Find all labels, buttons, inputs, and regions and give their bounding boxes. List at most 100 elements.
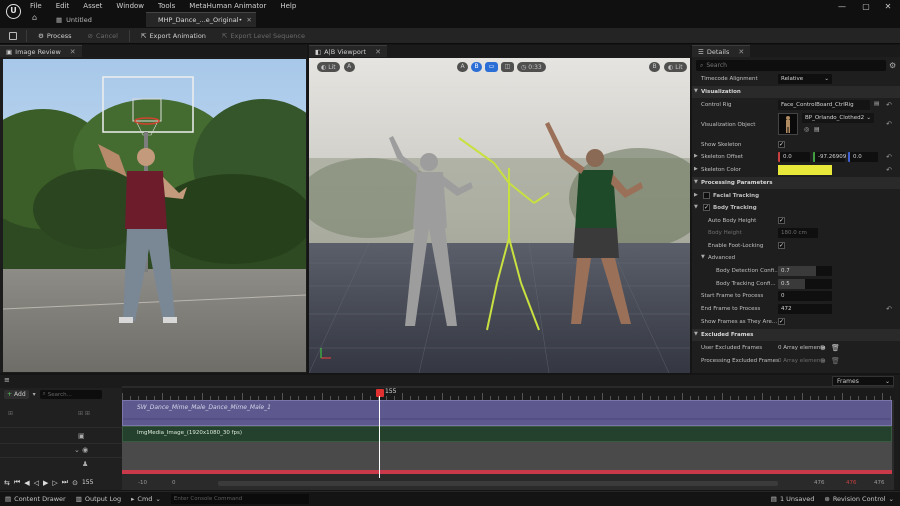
control-rig-picker[interactable]: Face_ControlBoard_CtrlRig	[778, 100, 870, 110]
sequencer-menu-icon[interactable]: ≡	[4, 376, 10, 384]
skeleton-offset-x[interactable]: 0.0	[778, 152, 810, 162]
camera-icon[interactable]: ▣	[78, 432, 85, 440]
start-frame-field[interactable]: 0	[778, 291, 832, 301]
section-visualization[interactable]: ▼ Visualization	[692, 86, 900, 98]
view-mode-b-button[interactable]: ◐ Lit	[664, 62, 687, 72]
loop-icon[interactable]: ⇆	[4, 479, 10, 487]
image-media-section[interactable]: ImgMedia_Image_(1920x1080_30 fps)	[122, 426, 892, 442]
facial-tracking-checkbox[interactable]	[703, 192, 710, 199]
reset-arrow-icon[interactable]: ↶	[886, 166, 892, 174]
skeleton-offset-y[interactable]: -97.26909	[813, 152, 846, 162]
trash-icon[interactable]: 🗑	[831, 357, 840, 365]
row-advanced[interactable]: ▼ Advanced	[692, 252, 900, 265]
skeleton-offset-z[interactable]: 0.0	[848, 152, 878, 162]
minimize-icon[interactable]: —	[834, 2, 850, 12]
wipe-view-icon[interactable]: ◫	[501, 62, 514, 72]
add-element-icon[interactable]: ⊕	[820, 344, 826, 352]
use-selected-icon[interactable]: ◎	[804, 126, 809, 133]
menu-edit[interactable]: Edit	[56, 1, 70, 10]
section-processing-parameters[interactable]: ▼ Processing Parameters	[692, 177, 900, 189]
person-icon[interactable]: ♟	[82, 460, 88, 468]
caret-right-icon[interactable]: ▶	[694, 153, 698, 159]
home-icon[interactable]: ⌂	[32, 13, 42, 25]
revision-control-button[interactable]: ⊛ Revision Control ⌄	[824, 495, 894, 503]
play-reverse-icon[interactable]: ◁	[34, 479, 39, 487]
reset-arrow-icon[interactable]: ↶	[886, 153, 892, 161]
close-icon[interactable]: ✕	[246, 16, 251, 24]
animation-section[interactable]	[122, 442, 892, 470]
output-log-button[interactable]: ▥ Output Log	[76, 495, 121, 503]
export-animation-button[interactable]: ⇱ Export Animation	[136, 29, 211, 42]
trash-icon[interactable]: 🗑	[831, 344, 840, 352]
body-height-field[interactable]: 180.0 cm	[778, 228, 818, 238]
step-forward-icon[interactable]: ▷	[52, 479, 57, 487]
process-button[interactable]: ⚙ Process	[33, 29, 77, 42]
tab-mhp-dance[interactable]: MHP_Dance_...e_Original• ✕	[146, 12, 256, 27]
play-icon[interactable]: ▶	[43, 479, 48, 487]
playhead-handle[interactable]	[376, 389, 384, 397]
show-frames-checkbox[interactable]: ✓	[778, 318, 785, 325]
a-select-button[interactable]: A	[457, 62, 468, 72]
end-frame-field[interactable]: 472	[778, 304, 832, 314]
body-tracking-confidence-slider[interactable]: 0.5	[778, 279, 832, 289]
auto-body-height-checkbox[interactable]: ✓	[778, 217, 785, 224]
unsaved-button[interactable]: ▤ 1 Unsaved	[771, 495, 815, 503]
reset-arrow-icon[interactable]: ↶	[886, 120, 892, 128]
track-row-3[interactable]: ⌄ ◉	[0, 444, 122, 458]
skip-start-icon[interactable]: ⏮	[14, 478, 20, 487]
tab-untitled[interactable]: ▦ Untitled	[48, 12, 138, 27]
media-track-header[interactable]: ▣	[0, 428, 122, 444]
sequencer-ruler[interactable]	[122, 388, 894, 400]
close-icon[interactable]: ✕	[375, 48, 381, 56]
tab-image-review[interactable]: ▣ Image Review ✕	[0, 45, 82, 57]
caret-right-icon[interactable]: ▶	[694, 192, 698, 198]
caret-down-icon[interactable]: ▼	[694, 204, 698, 210]
playback-frame-field[interactable]: 155	[82, 479, 93, 486]
skeleton-color-swatch[interactable]	[778, 165, 832, 175]
show-skeleton-checkbox[interactable]: ✓	[778, 141, 785, 148]
tab-details[interactable]: ☰ Details ✕	[692, 45, 751, 57]
reset-arrow-icon[interactable]: ↶	[886, 101, 892, 109]
filter-icon[interactable]: ▾	[33, 391, 36, 398]
menu-asset[interactable]: Asset	[83, 1, 102, 10]
close-icon[interactable]: ✕	[738, 48, 744, 56]
body-tracking-checkbox[interactable]: ✓	[703, 204, 710, 211]
expand-icon[interactable]: ⌄ ◉	[74, 446, 88, 454]
unreal-logo-icon[interactable]: U	[6, 4, 21, 19]
track-row-4[interactable]: ♟	[0, 458, 122, 472]
console-command-input[interactable]: Enter Console Command	[170, 494, 309, 504]
frames-dropdown[interactable]: Frames ⌄	[832, 376, 894, 386]
record-toggle-icon[interactable]: ⊙	[72, 479, 78, 487]
menu-file[interactable]: File	[30, 1, 42, 10]
timecode-badge[interactable]: ◷ 0:33	[517, 62, 546, 72]
details-search-input[interactable]: ⌕ Search	[696, 60, 886, 71]
add-track-button[interactable]: + Add	[4, 390, 29, 399]
audio-section[interactable]: SW_Dance_Mime_Male_Dance_Mime_Male_1	[122, 400, 892, 426]
caret-right-icon[interactable]: ▶	[694, 166, 698, 172]
cmd-dropdown[interactable]: ▸ Cmd ⌄	[131, 495, 161, 503]
a-toggle[interactable]: A	[343, 62, 355, 72]
b-toggle[interactable]: B	[649, 62, 660, 72]
settings-gear-icon[interactable]: ⚙	[889, 61, 896, 70]
menu-help[interactable]: Help	[280, 1, 296, 10]
section-excluded-frames[interactable]: ▼ Excluded Frames	[692, 329, 900, 341]
add-element-icon[interactable]: ⊕	[820, 357, 826, 365]
asset-thumbnail-icon[interactable]	[778, 113, 798, 135]
skip-end-icon[interactable]: ⏭	[62, 478, 68, 487]
body-detection-confidence-slider[interactable]: 0.7	[778, 266, 832, 276]
close-icon[interactable]: ✕	[70, 48, 76, 56]
track-controls-icon[interactable]: ⊞ ⊞	[78, 410, 90, 417]
menu-tools[interactable]: Tools	[158, 1, 175, 10]
image-review-frame[interactable]	[3, 59, 306, 372]
tab-ab-viewport[interactable]: ◧ A|B Viewport ✕	[309, 45, 387, 57]
reset-arrow-icon[interactable]: ↶	[886, 305, 892, 313]
sound-track-header[interactable]: ⊞ ⊞ ⊞	[0, 402, 122, 428]
visualization-object-select[interactable]: BP_Orlando_Clothed2 ⌄	[802, 113, 874, 123]
track-lock-icon[interactable]: ⊞	[8, 410, 13, 417]
window-close-icon[interactable]: ✕	[880, 2, 896, 12]
cancel-button[interactable]: ⊘ Cancel	[83, 29, 123, 42]
content-drawer-button[interactable]: ▤ Content Drawer	[5, 495, 66, 503]
menu-window[interactable]: Window	[116, 1, 144, 10]
split-view-icon[interactable]: ▭	[485, 62, 498, 72]
maximize-icon[interactable]: ▢	[858, 2, 874, 12]
